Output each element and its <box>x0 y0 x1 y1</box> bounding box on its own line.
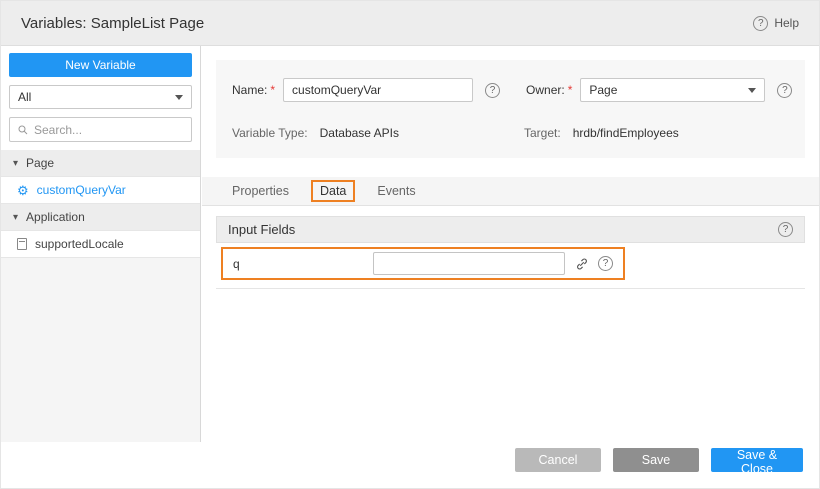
triangle-down-icon: ▾ <box>13 158 18 169</box>
save-and-close-button[interactable]: Save & Close <box>711 448 803 472</box>
variables-dialog: Variables: SampleList Page ? Help New Va… <box>0 0 820 489</box>
help-icon: ? <box>753 16 768 31</box>
triangle-down-icon: ▾ <box>13 212 18 223</box>
tab-properties[interactable]: Properties <box>232 184 289 198</box>
form-row-type-target: Variable Type: Database APIs Target: hrd… <box>216 102 805 140</box>
variable-type-value: Database APIs <box>320 126 399 140</box>
variable-tree: ▾ Page ⚙ customQueryVar ▾ Application su… <box>1 150 200 258</box>
new-variable-button[interactable]: New Variable <box>9 53 192 77</box>
annotation-data-tab: Data <box>311 180 355 202</box>
target-group: Target: hrdb/findEmployees <box>524 126 679 140</box>
owner-selected-value: Page <box>589 83 617 97</box>
help-label: Help <box>774 16 799 30</box>
name-field-group: Name: * ? <box>232 78 500 102</box>
tree-group-label: Page <box>26 156 54 170</box>
variable-type-label: Variable Type: <box>232 126 308 140</box>
input-fields-header: Input Fields ? <box>216 216 805 243</box>
variable-name-input[interactable] <box>283 78 473 102</box>
variable-type-group: Variable Type: Database APIs <box>232 126 524 140</box>
required-asterisk: * <box>270 83 275 97</box>
tree-group-page[interactable]: ▾ Page <box>1 150 200 177</box>
tab-data[interactable]: Data <box>320 184 346 198</box>
cancel-button[interactable]: Cancel <box>515 448 601 472</box>
tabs-bar: Properties Data Events <box>202 177 819 206</box>
input-fields-body: q ? <box>216 243 805 289</box>
tree-item-label: customQueryVar <box>37 183 126 197</box>
annotation-input-row: q ? <box>221 247 625 280</box>
help-button[interactable]: ? Help <box>753 16 799 31</box>
input-fields-title: Input Fields <box>228 222 295 237</box>
footer: Cancel Save Save & Close <box>1 442 819 488</box>
field-name-q: q <box>233 257 373 271</box>
input-fields-section: Input Fields ? q ? <box>216 216 805 289</box>
search-input[interactable] <box>34 123 174 137</box>
required-asterisk: * <box>568 83 573 97</box>
owner-help-icon[interactable]: ? <box>777 83 792 98</box>
main-panel: Name: * ? Owner: * Page ? Variab <box>202 46 819 444</box>
tree-item-supportedlocale[interactable]: supportedLocale <box>1 231 200 258</box>
save-button[interactable]: Save <box>613 448 699 472</box>
filter-selected-value: All <box>18 90 31 104</box>
form-row-name-owner: Name: * ? Owner: * Page ? <box>216 60 805 102</box>
name-help-icon[interactable]: ? <box>485 83 500 98</box>
variable-form: Name: * ? Owner: * Page ? Variab <box>216 60 805 158</box>
variable-gear-icon: ⚙ <box>17 184 29 197</box>
tab-events[interactable]: Events <box>377 184 415 198</box>
tree-group-application[interactable]: ▾ Application <box>1 204 200 231</box>
sidebar: New Variable All ▾ Page ⚙ customQueryVar… <box>1 46 201 444</box>
owner-select[interactable]: Page <box>580 78 765 102</box>
tree-item-label: supportedLocale <box>35 237 124 251</box>
variable-filter-select[interactable]: All <box>9 85 192 109</box>
search-box[interactable] <box>9 117 192 142</box>
page-title: Variables: SampleList Page <box>21 15 204 32</box>
chevron-down-icon <box>175 95 183 100</box>
chevron-down-icon <box>748 88 756 93</box>
locale-variable-icon <box>17 238 27 250</box>
name-label: Name: <box>232 83 267 97</box>
input-fields-help-icon[interactable]: ? <box>778 222 793 237</box>
target-value: hrdb/findEmployees <box>573 126 679 140</box>
q-value-input[interactable] <box>373 252 565 275</box>
link-icon <box>575 257 589 271</box>
bind-variable-button[interactable] <box>575 257 589 271</box>
owner-field-group: Owner: * Page ? <box>526 78 792 102</box>
tree-group-label: Application <box>26 210 85 224</box>
header: Variables: SampleList Page ? Help <box>1 1 819 46</box>
search-icon <box>17 124 29 136</box>
q-field-help-icon[interactable]: ? <box>598 256 613 271</box>
sidebar-empty-area <box>1 258 200 444</box>
owner-label: Owner: <box>526 83 565 97</box>
target-label: Target: <box>524 126 561 140</box>
tree-item-customqueryvar[interactable]: ⚙ customQueryVar <box>1 177 200 204</box>
